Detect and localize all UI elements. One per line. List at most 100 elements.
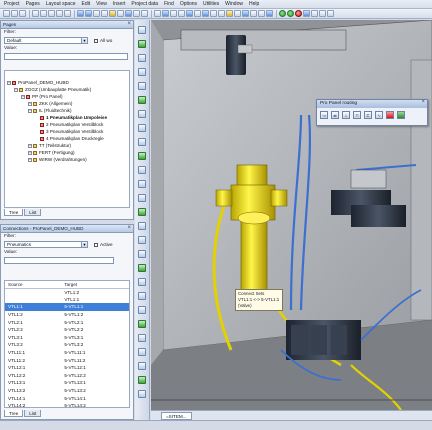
wire-icon[interactable]	[138, 180, 146, 188]
fit-icon[interactable]	[138, 306, 146, 314]
view-icon[interactable]	[125, 10, 132, 17]
close-icon[interactable]: ×	[127, 21, 131, 27]
connect-icon[interactable]: ⊥	[342, 111, 350, 119]
tree-item[interactable]: − TT (Teilstruktur)	[5, 142, 129, 149]
hose-icon[interactable]	[138, 166, 146, 174]
wire-icon[interactable]: ∿	[375, 111, 383, 119]
menu-item[interactable]: Help	[249, 1, 259, 7]
run-icon[interactable]	[287, 10, 294, 17]
help-icon[interactable]	[138, 390, 146, 398]
checkbox-box[interactable]	[94, 38, 98, 43]
report-icon[interactable]	[186, 10, 193, 17]
tab-tree[interactable]: Tree	[4, 209, 24, 216]
column-source[interactable]: Source	[5, 281, 62, 289]
place-icon[interactable]	[138, 82, 146, 90]
mirror-icon[interactable]	[258, 10, 265, 17]
save-icon[interactable]	[19, 10, 26, 17]
tree-item[interactable]: − IL (Fluidtechnik)	[5, 107, 129, 114]
menu-item[interactable]: Pages	[26, 1, 40, 7]
expand-icon[interactable]: −	[14, 87, 18, 92]
menu-item[interactable]: Utilities	[203, 1, 219, 7]
stop-icon[interactable]	[295, 10, 302, 17]
copy-icon[interactable]	[138, 54, 146, 62]
expand-icon[interactable]: −	[7, 80, 11, 85]
tree-item[interactable]: − PP (Pro Panel)	[5, 93, 129, 100]
undo-icon[interactable]	[56, 10, 63, 17]
tree-item[interactable]: 1 Pneumatikplan Umpoleise	[5, 114, 129, 121]
check-icon[interactable]	[178, 10, 185, 17]
measure-icon[interactable]	[138, 194, 146, 202]
menu-item[interactable]: Project	[4, 1, 20, 7]
checkbox-box[interactable]	[94, 242, 98, 247]
view-top-icon[interactable]	[138, 250, 146, 258]
tab-list[interactable]: List	[24, 209, 42, 216]
tree-item[interactable]: − WIRW (Verdrahtungen)	[5, 156, 129, 163]
duct-icon[interactable]	[138, 124, 146, 132]
layer-icon[interactable]	[138, 208, 146, 216]
path-icon[interactable]: ⊏	[364, 111, 372, 119]
tree-item[interactable]: 3 Pneumatikplan Ventilblock	[5, 128, 129, 135]
table-row[interactable]: VTL2:1 5-VTL2:1	[5, 318, 129, 326]
select-icon[interactable]	[138, 26, 146, 34]
menu-item[interactable]: Insert	[113, 1, 126, 7]
table-row[interactable]: VTL14:1 5-VTL14:1	[5, 394, 129, 402]
chevron-down-icon[interactable]: ▼	[81, 242, 87, 247]
help-icon[interactable]	[327, 10, 334, 17]
measure-icon[interactable]	[234, 10, 241, 17]
table-row[interactable]: VTL13:1 5-VTL13:1	[5, 379, 129, 387]
menu-item[interactable]: Window	[225, 1, 243, 7]
legend-icon[interactable]	[397, 111, 405, 119]
expand-icon[interactable]: −	[21, 94, 25, 99]
filter-dropdown[interactable]: Default ▼	[4, 37, 88, 44]
table-row[interactable]: VTL12:1 5-VTL12:1	[5, 364, 129, 372]
macro-icon[interactable]	[154, 10, 161, 17]
close-icon[interactable]: ×	[421, 99, 425, 105]
tile-icon[interactable]	[311, 10, 318, 17]
route-path-icon[interactable]: ⇄	[331, 111, 339, 119]
cut-icon[interactable]	[32, 10, 39, 17]
menu-item[interactable]: Project data	[131, 1, 158, 7]
3d-viewport[interactable]	[151, 20, 432, 410]
filter-icon[interactable]	[194, 10, 201, 17]
table-row[interactable]: VTL3:2 5-VTL3:2	[5, 341, 129, 349]
table-row[interactable]: VTL1:2 5-VTL1:2	[5, 311, 129, 319]
export-icon[interactable]	[138, 348, 146, 356]
cabinet-icon[interactable]	[138, 96, 146, 104]
all-checkbox[interactable]: All wo	[94, 38, 112, 43]
layer-icon[interactable]	[109, 10, 116, 17]
rail-icon[interactable]	[138, 110, 146, 118]
snap-icon[interactable]	[101, 10, 108, 17]
search-icon[interactable]	[210, 10, 217, 17]
new-icon[interactable]	[3, 10, 10, 17]
print-icon[interactable]	[117, 10, 124, 17]
table-row[interactable]: VTL2:2 5-VTL2:2	[5, 326, 129, 334]
table-row[interactable]: VTL13:2 5-VTL13:2	[5, 387, 129, 395]
expand-icon[interactable]: −	[28, 150, 32, 155]
table-row[interactable]: VTL1:2	[5, 288, 129, 296]
zoom-in-icon[interactable]	[138, 278, 146, 286]
zoom-icon[interactable]	[77, 10, 84, 17]
tree-item[interactable]: 2 Pneumatikplan Ventilblock	[5, 121, 129, 128]
paste-icon[interactable]	[48, 10, 55, 17]
pages-tree[interactable]: − ProPanel_DEMO_HUBD − ZGGZ (Umbauplatte Pn…	[4, 70, 130, 208]
menu-item[interactable]: View	[96, 1, 107, 7]
view-iso-icon[interactable]	[138, 264, 146, 272]
column-target[interactable]: Target	[61, 281, 129, 289]
close-icon[interactable]: ×	[127, 225, 131, 231]
navigator-icon[interactable]	[202, 10, 209, 17]
align-icon[interactable]	[266, 10, 273, 17]
connections-table[interactable]: Source Target VTL1:2 VTL1:1 VTL1:1 5-VTL1:1 V…	[4, 280, 130, 408]
tab-tree[interactable]: Tree	[4, 410, 24, 417]
view-front-icon[interactable]	[138, 222, 146, 230]
expand-icon[interactable]: −	[28, 101, 32, 106]
table-row[interactable]: VTL1:1 5-VTL1:1	[5, 303, 129, 311]
expand-icon[interactable]: −	[28, 108, 32, 113]
expand-icon[interactable]: −	[28, 143, 32, 148]
table-row[interactable]: VTL3:1 5-VTL3:1	[5, 334, 129, 342]
channel-icon[interactable]: ⊓	[353, 111, 361, 119]
settings-icon[interactable]	[138, 362, 146, 370]
route-icon[interactable]: ↝	[320, 111, 328, 119]
rotate-icon[interactable]	[133, 10, 140, 17]
info-icon[interactable]	[138, 376, 146, 384]
move-icon[interactable]	[138, 40, 146, 48]
